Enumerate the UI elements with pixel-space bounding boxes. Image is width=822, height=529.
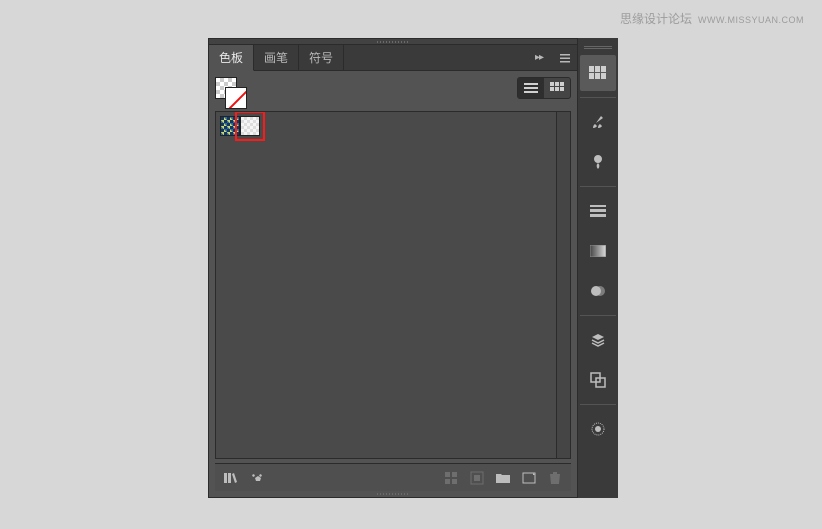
tab-symbols[interactable]: 符号 bbox=[299, 45, 344, 70]
panel-resize-grip[interactable] bbox=[215, 491, 571, 497]
folder-icon[interactable] bbox=[491, 467, 515, 489]
swatch-options-icon bbox=[439, 467, 463, 489]
swatch-libraries-menu-icon[interactable] bbox=[219, 467, 243, 489]
show-swatch-kinds-icon[interactable] bbox=[245, 467, 269, 489]
scrollbar-vertical[interactable] bbox=[556, 112, 570, 458]
gradient-panel-icon[interactable] bbox=[580, 233, 616, 269]
delete-swatch-icon bbox=[543, 467, 567, 489]
symbols-panel-icon[interactable] bbox=[580, 144, 616, 180]
appearance-panel-icon[interactable] bbox=[580, 411, 616, 447]
dock-strip bbox=[578, 38, 618, 498]
swatches-panel: 色板 画笔 符号 ▸▸ bbox=[208, 38, 578, 498]
app-frame: 色板 画笔 符号 ▸▸ bbox=[208, 38, 618, 498]
swatch-item-0[interactable] bbox=[220, 116, 240, 136]
artboards-panel-icon[interactable] bbox=[580, 362, 616, 398]
color-panel-icon[interactable] bbox=[580, 55, 616, 91]
new-swatch-icon[interactable] bbox=[517, 467, 541, 489]
new-color-group-icon bbox=[465, 467, 489, 489]
watermark-url: WWW.MISSYUAN.COM bbox=[698, 15, 804, 25]
swatch-grid bbox=[220, 116, 566, 136]
fill-stroke-preview[interactable] bbox=[215, 77, 247, 109]
panel-footer bbox=[215, 463, 571, 491]
swatch-item-1[interactable] bbox=[240, 116, 260, 136]
swatch-grid-container bbox=[215, 111, 571, 459]
panel-menu-icon[interactable] bbox=[553, 45, 577, 70]
watermark: 思缘设计论坛 WWW.MISSYUAN.COM bbox=[620, 10, 804, 27]
tab-brushes[interactable]: 画笔 bbox=[254, 45, 299, 70]
layers-panel-icon[interactable] bbox=[580, 322, 616, 358]
view-toggle bbox=[517, 77, 571, 99]
stroke-panel-icon[interactable] bbox=[580, 193, 616, 229]
transparency-panel-icon[interactable] bbox=[580, 273, 616, 309]
panel-topbar bbox=[215, 77, 571, 111]
dock-grip[interactable] bbox=[584, 46, 612, 49]
list-view-button[interactable] bbox=[518, 78, 544, 98]
stroke-swatch-none[interactable] bbox=[225, 87, 247, 109]
tab-bar: 色板 画笔 符号 ▸▸ bbox=[209, 45, 577, 71]
brushes-panel-icon[interactable] bbox=[580, 104, 616, 140]
thumbnail-view-button[interactable] bbox=[544, 78, 570, 98]
panel-expand-icon[interactable]: ▸▸ bbox=[525, 45, 553, 70]
tab-swatches[interactable]: 色板 bbox=[209, 45, 254, 71]
watermark-text: 思缘设计论坛 bbox=[620, 10, 692, 27]
panel-body bbox=[209, 71, 577, 497]
